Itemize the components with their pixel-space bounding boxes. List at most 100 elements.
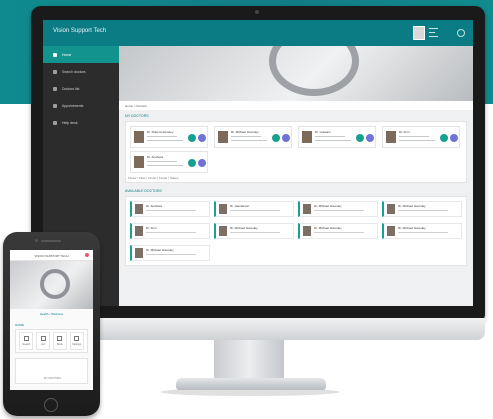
phone-speaker (41, 240, 61, 242)
tile-label: Book (57, 343, 63, 346)
detail-line (398, 210, 448, 211)
sidebar-item-search[interactable]: Search doctors (43, 63, 119, 80)
chat-icon[interactable] (188, 134, 196, 142)
calendar-icon[interactable] (366, 134, 374, 142)
doctor-row[interactable]: Dr. Michael Hoursley (214, 223, 294, 239)
doctor-card[interactable]: Dr. Robert Hoursley (130, 126, 208, 148)
avatar (302, 131, 312, 143)
available-doctors-panel: Dr. Andrews Dr. Henderson Dr. Michael Ho… (125, 196, 467, 266)
doctor-name: Dr. Michael Hoursley (146, 248, 174, 252)
doctor-row[interactable]: Dr. Finn (130, 223, 210, 239)
detail-line (230, 232, 280, 233)
detail-line (147, 140, 183, 141)
sidebar-item-label: Home (62, 52, 72, 57)
detail-line (146, 232, 196, 233)
avatar (303, 226, 311, 236)
tile-settings[interactable]: Settings (69, 332, 84, 350)
avatar (134, 156, 144, 168)
calendar-icon[interactable] (282, 134, 290, 142)
tile-search[interactable]: Search (19, 332, 34, 350)
doctor-row[interactable]: Dr. Henderson (214, 201, 294, 217)
sidebar-item-label: Appointments (62, 103, 84, 108)
detail-line (314, 232, 364, 233)
stethoscope-image (40, 269, 70, 299)
avatar (219, 204, 227, 214)
mobile-phone: VISION SUPPORT TECH Health • Wellness HO… (3, 232, 100, 416)
monitor-base (176, 378, 326, 390)
detail-line (146, 210, 196, 211)
section-title-my-doctors: MY DOCTORS (125, 114, 149, 118)
detail-line (398, 232, 448, 233)
desktop-screen: Vision Support Tech ▬▬▬ ▬▬ ▬▬▬ Home Search… (43, 20, 473, 306)
doctor-row[interactable]: Dr. Michael Hoursley (298, 201, 378, 217)
doctor-name: Dr. Michael Hoursley (398, 226, 426, 230)
doctor-row[interactable]: Dr. Michael Hoursley (382, 201, 462, 217)
doctor-name: Dr. Henderson (230, 204, 250, 208)
doctor-row[interactable]: Dr. Andrews (130, 201, 210, 217)
main-content: Home > Doctors MY DOCTORS Dr. Robert Hou… (119, 46, 473, 306)
avatar (387, 204, 395, 214)
doctor-name: Dr. Michael Hoursley (314, 204, 342, 208)
detail-line (146, 254, 196, 255)
avatar (135, 226, 143, 236)
detail-line (147, 136, 177, 137)
sidebar-item-label: Help desk (62, 120, 78, 125)
sidebar-item-label: Doctors list (62, 86, 80, 91)
avatar (219, 226, 227, 236)
calendar-icon[interactable] (450, 134, 458, 142)
home-button[interactable] (44, 398, 58, 412)
mobile-welcome: Health • Wellness (39, 312, 64, 316)
detail-line (314, 210, 364, 211)
help-icon (53, 120, 57, 125)
detail-line (147, 165, 183, 166)
tile-list[interactable]: List (36, 332, 51, 350)
app-header: Vision Support Tech ▬▬▬ ▬▬ ▬▬▬ (43, 20, 473, 46)
doctor-name: Dr. Michael Hoursley (231, 130, 259, 134)
calendar-icon (53, 103, 57, 108)
user-info: ▬▬▬ ▬▬ ▬▬▬ (429, 26, 438, 38)
avatar[interactable] (413, 26, 425, 40)
doctor-name: Dr. Andrews (147, 155, 164, 159)
chat-icon[interactable] (188, 159, 196, 167)
doctor-card[interactable]: Dr. Michael Hoursley (214, 126, 292, 148)
mobile-card-caption: MY DOCTORS (44, 377, 61, 380)
calendar-icon[interactable] (198, 159, 206, 167)
close-icon[interactable] (85, 253, 89, 257)
tile-book[interactable]: Book (52, 332, 67, 350)
avatar (218, 131, 228, 143)
doctor-row[interactable]: Dr. Michael Hoursley (130, 245, 210, 261)
chat-icon[interactable] (356, 134, 364, 142)
calendar-icon[interactable] (198, 134, 206, 142)
mobile-app-title: VISION SUPPORT TECH (10, 250, 93, 261)
doctor-row[interactable]: Dr. Michael Hoursley (298, 223, 378, 239)
chat-icon[interactable] (272, 134, 280, 142)
doctor-card[interactable]: Dr. Hussain (298, 126, 376, 148)
sidebar-item-help[interactable]: Help desk (43, 114, 119, 131)
doctor-card[interactable]: Dr. Andrews (130, 151, 208, 173)
sidebar-item-home[interactable]: Home (43, 46, 119, 63)
stethoscope-image (269, 46, 359, 96)
avatar (134, 131, 144, 143)
avatar (135, 248, 143, 258)
power-icon[interactable] (457, 29, 465, 37)
mobile-tiles: Search List Book Settings (15, 329, 88, 353)
doctor-row[interactable]: Dr. Michael Hoursley (382, 223, 462, 239)
chat-icon[interactable] (440, 134, 448, 142)
filter-row[interactable]: Finder | Filter | Finder | Finder | Stat… (128, 176, 178, 180)
mobile-card[interactable]: MY DOCTORS (15, 358, 88, 384)
doctor-name: Dr. Michael Hoursley (314, 226, 342, 230)
sidebar-item-list[interactable]: Doctors list (43, 80, 119, 97)
detail-line (231, 140, 267, 141)
detail-line (399, 136, 429, 137)
search-icon (23, 336, 29, 341)
sidebar-item-label: Search doctors (62, 69, 86, 74)
detail-line (315, 136, 345, 137)
mobile-section-title: HOME (15, 323, 24, 327)
sidebar-item-appointments[interactable]: Appointments (43, 97, 119, 114)
detail-line (147, 161, 177, 162)
doctor-name: Dr. Michael Hoursley (230, 226, 258, 230)
doctor-card[interactable]: Dr. Finn (382, 126, 460, 148)
avatar (387, 226, 395, 236)
doctor-name: Dr. Andrews (146, 204, 163, 208)
avatar (303, 204, 311, 214)
